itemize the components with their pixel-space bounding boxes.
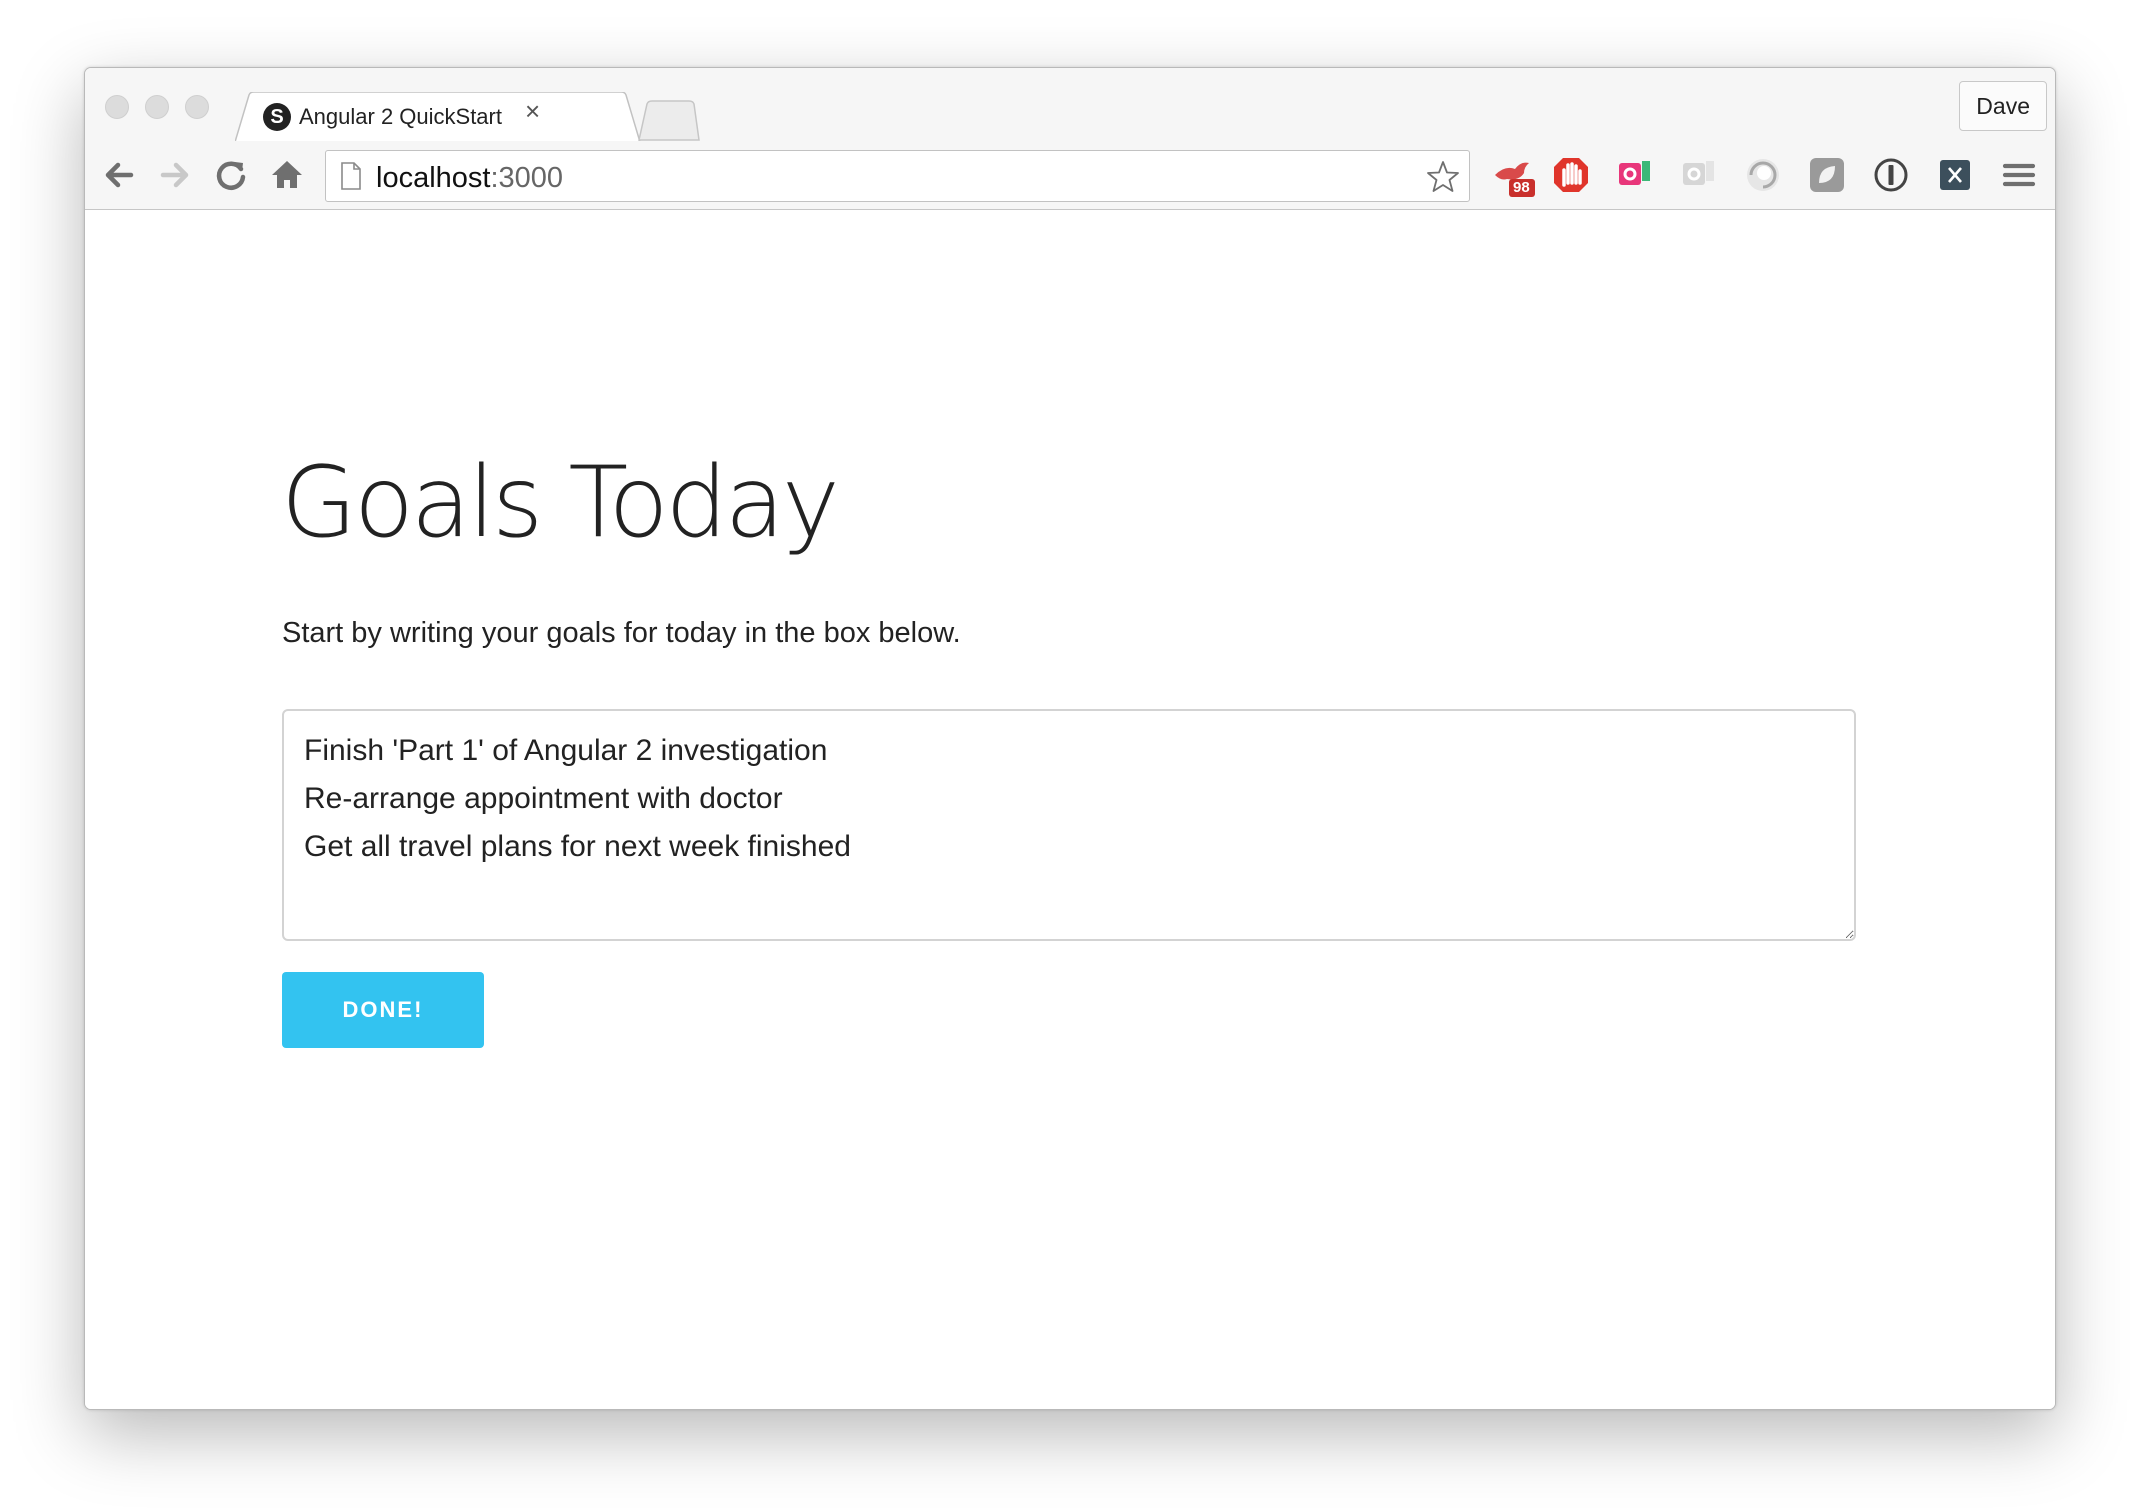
close-window-button[interactable]: [105, 95, 129, 119]
url-host: localhost: [376, 162, 491, 194]
grey-chat-icon[interactable]: [1679, 155, 1719, 195]
new-tab-button[interactable]: [637, 100, 701, 142]
bookmark-star-icon[interactable]: [1425, 159, 1461, 195]
gray-square-icon[interactable]: [1807, 155, 1847, 195]
tab-angular-quickstart[interactable]: S Angular 2 QuickStart: [235, 92, 641, 142]
tab-title: Angular 2 QuickStart: [299, 104, 502, 129]
zoom-window-button[interactable]: [185, 95, 209, 119]
bird-icon[interactable]: 98: [1491, 155, 1535, 197]
forward-arrow-icon[interactable]: [155, 155, 195, 195]
profile-button[interactable]: Dave: [1959, 81, 2047, 131]
page-content: Goals Today Start by writing your goals …: [85, 210, 2055, 1409]
back-arrow-icon[interactable]: [99, 155, 139, 195]
home-icon[interactable]: [267, 155, 307, 195]
tab-close-icon[interactable]: ×: [525, 98, 540, 124]
reload-icon[interactable]: [211, 155, 251, 195]
info-circle-icon[interactable]: [1871, 155, 1911, 195]
url-port: :3000: [490, 162, 564, 194]
page-title: Goals Today: [281, 446, 840, 560]
toolbar: localhost:3000 98: [85, 141, 2055, 210]
menu-icon[interactable]: [1999, 155, 2039, 195]
site-favicon: S: [263, 103, 291, 131]
pink-chat-icon[interactable]: [1615, 155, 1655, 195]
goals-textarea[interactable]: Finish 'Part 1' of Angular 2 investigati…: [282, 709, 1856, 941]
adblock-hand-icon[interactable]: [1551, 155, 1591, 195]
instructions-text: Start by writing your goals for today in…: [282, 617, 961, 649]
page-icon: [341, 162, 361, 190]
x-square-icon[interactable]: [1935, 155, 1975, 195]
swirl-icon[interactable]: [1743, 155, 1783, 195]
browser-window: S Angular 2 QuickStart × Dave localhost:…: [84, 67, 2056, 1410]
title-bar: S Angular 2 QuickStart × Dave: [85, 68, 2055, 142]
address-bar[interactable]: localhost:3000: [325, 150, 1470, 202]
url-text: localhost:3000: [376, 162, 563, 195]
bird-badge-count: 98: [1513, 179, 1530, 196]
minimize-window-button[interactable]: [145, 95, 169, 119]
done-button[interactable]: DONE!: [282, 972, 484, 1048]
